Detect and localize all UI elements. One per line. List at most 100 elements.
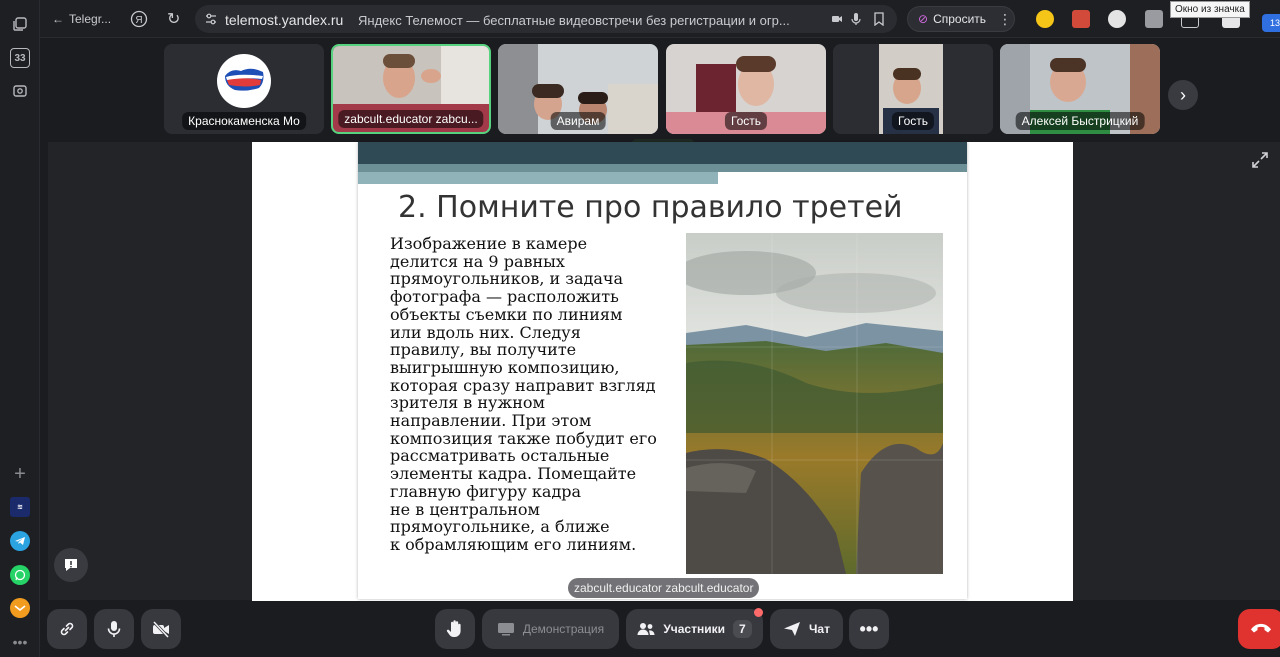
back-arrow-icon: ← (52, 12, 64, 26)
browser-sidebar: 33 + ≋ ••• (0, 0, 40, 657)
url-domain: telemost.yandex.ru (225, 12, 344, 28)
slide-body-line: объекты съемки по линиям (390, 304, 623, 324)
telegram-icon[interactable] (10, 531, 30, 551)
slide-body-line: прямоугольников, и задача (390, 269, 624, 289)
tab-count-icon[interactable]: 33 (10, 48, 30, 68)
tooltip: Окно из значка (1170, 1, 1250, 18)
presenter-name-label: zabcult.educator zabcult.educator (568, 578, 760, 598)
slide-body-line: композиция также побудит его (390, 428, 657, 448)
more-apps-icon[interactable]: ••• (10, 632, 30, 652)
slide-body-line: не в центральном (390, 499, 540, 519)
reload-icon[interactable]: ↻ (167, 9, 180, 29)
participant-tile[interactable]: Гость (666, 44, 826, 134)
slide-body-line: делится на 9 равных (390, 251, 565, 271)
address-bar[interactable]: telemost.yandex.ru Яндекс Телемост — бес… (195, 5, 897, 33)
svg-text:Я: Я (135, 15, 142, 26)
participant-name: Гость (891, 112, 935, 130)
more-options-button[interactable]: ••• (849, 609, 889, 649)
landscape-photo (686, 233, 943, 574)
copy-link-button[interactable] (47, 609, 87, 649)
screen-share-icon (497, 623, 514, 636)
camera-button[interactable] (141, 609, 181, 649)
slide-body-line: элементы кадра. Помещайте (390, 464, 637, 484)
bookmark-icon[interactable] (873, 12, 885, 26)
extension-icon[interactable] (1108, 10, 1126, 28)
mic-indicator-icon[interactable] (850, 12, 862, 26)
page-title: Яндекс Телемост — бесплатные видеовстреч… (358, 13, 790, 28)
next-participants-button[interactable]: › (1168, 80, 1198, 110)
slide-body-line: фотографа — расположить (390, 287, 619, 307)
screen-share-button[interactable]: Демонстрация (482, 609, 619, 649)
participant-name: Авирам (550, 112, 606, 130)
back-tab-button[interactable]: ← Telegr... (52, 9, 111, 29)
sparkle-icon: ⊘ (918, 12, 929, 26)
slide-body-line: выигрышную композицию, (390, 357, 620, 377)
app-logo-icon[interactable]: ≋ (10, 497, 30, 517)
slide-header-band (358, 172, 718, 184)
feedback-button[interactable] (54, 548, 88, 582)
slide-body-line: которая сразу направит взгляд (390, 375, 656, 395)
tab-count-label: 33 (14, 52, 26, 64)
participants-count: 7 (732, 620, 752, 638)
fullscreen-icon[interactable] (1250, 150, 1270, 170)
slide-body-line: Изображение в камере (390, 234, 588, 253)
slide-body-line: направлении. При этом (390, 411, 592, 431)
yandex-icon[interactable]: Я (130, 9, 148, 29)
chat-label: Чат (809, 622, 830, 636)
slide-body-line: рассматривать остальные (390, 446, 610, 466)
browser-toolbar: ← Telegr... Я ↻ telemost.yandex.ru Яндек… (40, 0, 1280, 38)
slide-body-line: зрителя в нужном (390, 393, 545, 413)
camera-off-icon (152, 620, 170, 638)
chevron-right-icon: › (1180, 84, 1186, 105)
participants-button[interactable]: Участники 7 (626, 609, 763, 649)
ask-button-label: Спросить (933, 12, 987, 26)
participant-tile[interactable]: Гость (833, 44, 993, 134)
add-icon[interactable]: + (10, 463, 30, 485)
notification-dot (754, 608, 763, 617)
participant-name: Гость (724, 112, 768, 130)
slide-header-band (358, 164, 967, 172)
participants-label: Участники (663, 622, 725, 636)
participant-tile[interactable]: Авирам (498, 44, 658, 134)
camera-indicator-icon[interactable] (831, 13, 843, 25)
slide-body-line: к обрамляющим его линиям. (390, 534, 637, 554)
participant-name: Краснокаменска Мо (182, 112, 306, 130)
presentation-slide: 2. Помните про правило третей Изображени… (358, 142, 967, 599)
raise-hand-button[interactable] (435, 609, 475, 649)
slide-body-line: главную фигуру кадра (390, 481, 582, 501)
extension-icon[interactable] (1072, 10, 1090, 28)
slide-header-band (358, 142, 967, 164)
slide-body-line: прямоугольнике, а ближе (390, 517, 610, 537)
participants-icon (637, 623, 655, 635)
end-call-button[interactable] (1238, 609, 1280, 649)
participant-tile[interactable]: Алексей Быстрицкий (1000, 44, 1160, 134)
screenshot-icon[interactable] (10, 81, 30, 101)
microphone-button[interactable] (94, 609, 134, 649)
hang-up-icon (1251, 623, 1271, 633)
tabs-icon[interactable] (10, 14, 30, 34)
mail-app-icon[interactable] (10, 598, 30, 618)
slide-title: 2. Помните про правило третей (398, 190, 903, 225)
whatsapp-icon[interactable] (10, 565, 30, 585)
slide-body-line: или вдоль них. Следуя (390, 322, 581, 342)
organization-logo (217, 54, 271, 108)
hand-icon (446, 620, 461, 637)
participant-name: Алексей Быстрицкий (1015, 112, 1145, 130)
send-icon (784, 622, 800, 636)
notifications-count: 13 (1269, 18, 1280, 28)
participant-tile[interactable]: Краснокаменска Мо (164, 44, 324, 134)
chat-button[interactable]: Чат (770, 609, 843, 649)
feedback-icon (65, 559, 77, 571)
back-tab-label: Telegr... (69, 12, 112, 26)
site-settings-icon[interactable] (204, 12, 218, 26)
notifications-icon[interactable]: 13 (1262, 14, 1280, 32)
screen-share-label: Демонстрация (522, 622, 605, 636)
shopping-icon[interactable] (1145, 10, 1163, 28)
extension-icon[interactable] (1036, 10, 1054, 28)
participant-name: zabcult.educator zabcu... (338, 110, 484, 128)
more-dots-icon: ••• (859, 618, 879, 639)
menu-dots-icon[interactable]: ⋮ (998, 9, 1012, 29)
participant-tile[interactable]: zabcult.educator zabcu... (331, 44, 491, 134)
link-icon (60, 622, 74, 636)
slide-body-line: правилу, вы получите (390, 340, 577, 360)
